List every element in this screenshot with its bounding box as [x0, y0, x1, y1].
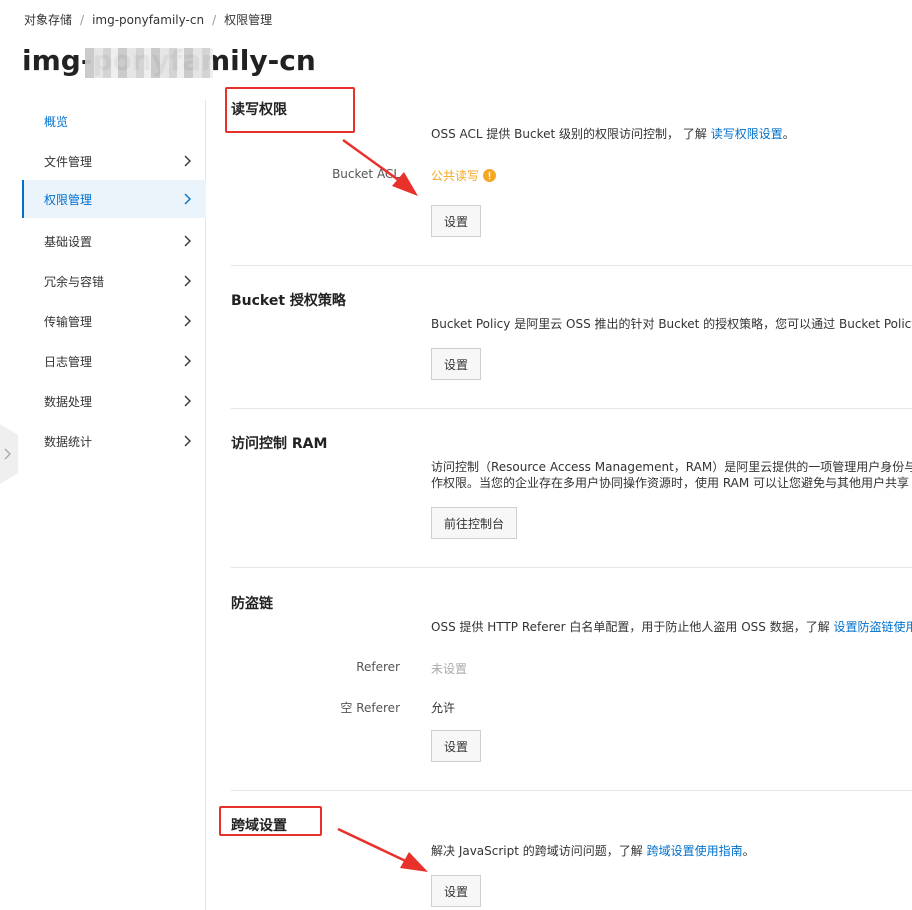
section-divider: [231, 567, 912, 568]
breadcrumb-separator: /: [80, 13, 85, 27]
chevron-right-icon: [184, 355, 191, 367]
cors-settings-button[interactable]: 设置: [431, 875, 482, 907]
acl-settings-link[interactable]: 读写权限设置: [711, 127, 783, 141]
section-divider: [231, 790, 912, 791]
sidebar-item-label: 文件管理: [44, 154, 93, 169]
chevron-right-icon: [184, 395, 191, 407]
sidebar-item-label: 权限管理: [44, 192, 93, 207]
referer-description-text: OSS 提供 HTTP Referer 白名单配置，用于防止他人盗用 OSS 数…: [431, 620, 834, 634]
sidebar-item-basic-settings[interactable]: 基础设置: [22, 222, 206, 260]
bucket-acl-value-text: 公共读写: [431, 169, 480, 183]
sidebar-item-file-management[interactable]: 文件管理: [22, 142, 206, 180]
sidebar-item-overview[interactable]: 概览: [22, 102, 206, 140]
sidebar-item-label: 日志管理: [44, 354, 93, 369]
sidebar-item-label: 基础设置: [44, 234, 93, 249]
sidebar-item-label: 数据统计: [44, 434, 93, 449]
ram-description-line2: 作权限。当您的企业存在多用户协同操作资源时，使用 RAM 可以让您避免与其他用户…: [431, 476, 910, 490]
referer-value: 未设置: [431, 662, 468, 676]
annotation-arrow-icon: [337, 827, 428, 872]
annotation-box-acl: [225, 87, 355, 133]
empty-referer-label: 空 Referer: [340, 701, 400, 715]
policy-settings-button[interactable]: 设置: [431, 348, 482, 380]
acl-description-text: OSS ACL 提供 Bucket 级别的权限访问控制， 了解: [431, 127, 711, 141]
cors-description: 解决 JavaScript 的跨域访问问题，了解 跨域设置使用指南。: [431, 843, 755, 859]
bucket-acl-value: 公共读写: [431, 167, 497, 184]
ram-console-button[interactable]: 前往控制台: [431, 507, 518, 539]
breadcrumb: 对象存储 / img-ponyfamily-cn / 权限管理: [24, 11, 272, 28]
sidebar-item-data-processing[interactable]: 数据处理: [22, 382, 206, 420]
breadcrumb-separator: /: [212, 13, 217, 27]
cors-description-end: 。: [742, 844, 755, 858]
policy-description: Bucket Policy 是阿里云 OSS 推出的针对 Bucket 的授权策…: [431, 317, 912, 331]
section-title-ram: 访问控制 RAM: [231, 436, 328, 452]
sidebar-item-label: 概览: [44, 114, 69, 129]
sidebar-item-logs[interactable]: 日志管理: [22, 342, 206, 380]
sidebar-item-transfer[interactable]: 传输管理: [22, 302, 206, 340]
referer-label: Referer: [356, 660, 400, 674]
section-divider: [231, 265, 912, 266]
sidebar-item-permission-management[interactable]: 权限管理: [22, 180, 206, 218]
referer-description: OSS 提供 HTTP Referer 白名单配置，用于防止他人盗用 OSS 数…: [431, 619, 912, 635]
redaction-blur: [85, 48, 213, 78]
cors-guide-link[interactable]: 跨域设置使用指南: [647, 844, 743, 858]
acl-description: OSS ACL 提供 Bucket 级别的权限访问控制， 了解 读写权限设置。: [431, 126, 795, 142]
sidebar-item-redundancy[interactable]: 冗余与容错: [22, 262, 206, 300]
referer-settings-button[interactable]: 设置: [431, 730, 482, 762]
bucket-acl-label: Bucket ACL: [332, 167, 400, 181]
empty-referer-value: 允许: [431, 701, 456, 715]
breadcrumb-current: 权限管理: [224, 13, 273, 27]
ram-description-line1: 访问控制（Resource Access Management，RAM）是阿里云…: [431, 460, 912, 474]
section-divider: [231, 408, 912, 409]
section-title-referer: 防盗链: [231, 596, 273, 612]
section-title-bucket-policy: Bucket 授权策略: [231, 293, 346, 309]
sidebar-item-label: 传输管理: [44, 314, 93, 329]
warning-circle-icon[interactable]: [483, 169, 497, 182]
sidebar-item-label: 数据处理: [44, 394, 93, 409]
chevron-right-icon: [184, 193, 191, 205]
acl-settings-button[interactable]: 设置: [431, 205, 482, 237]
chevron-right-icon: [184, 435, 191, 447]
chevron-right-icon: [184, 315, 191, 327]
sidebar-nav: 概览 文件管理 权限管理 基础设置 冗余与容错 传输管理 日志管理 数据处理 数…: [0, 100, 206, 910]
breadcrumb-object-storage[interactable]: 对象存储: [24, 13, 72, 27]
acl-description-end: 。: [782, 127, 795, 141]
sidebar-item-label: 冗余与容错: [44, 274, 105, 289]
breadcrumb-bucket[interactable]: img-ponyfamily-cn: [92, 13, 204, 27]
sidebar-item-data-statistics[interactable]: 数据统计: [22, 422, 206, 460]
cors-description-text: 解决 JavaScript 的跨域访问问题，了解: [431, 844, 647, 858]
chevron-right-icon: [184, 235, 191, 247]
chevron-right-icon: [184, 275, 191, 287]
annotation-box-cors: [219, 806, 322, 836]
referer-settings-link[interactable]: 设置防盗链使用: [834, 620, 912, 634]
chevron-right-icon: [4, 448, 11, 460]
chevron-right-icon: [184, 155, 191, 167]
